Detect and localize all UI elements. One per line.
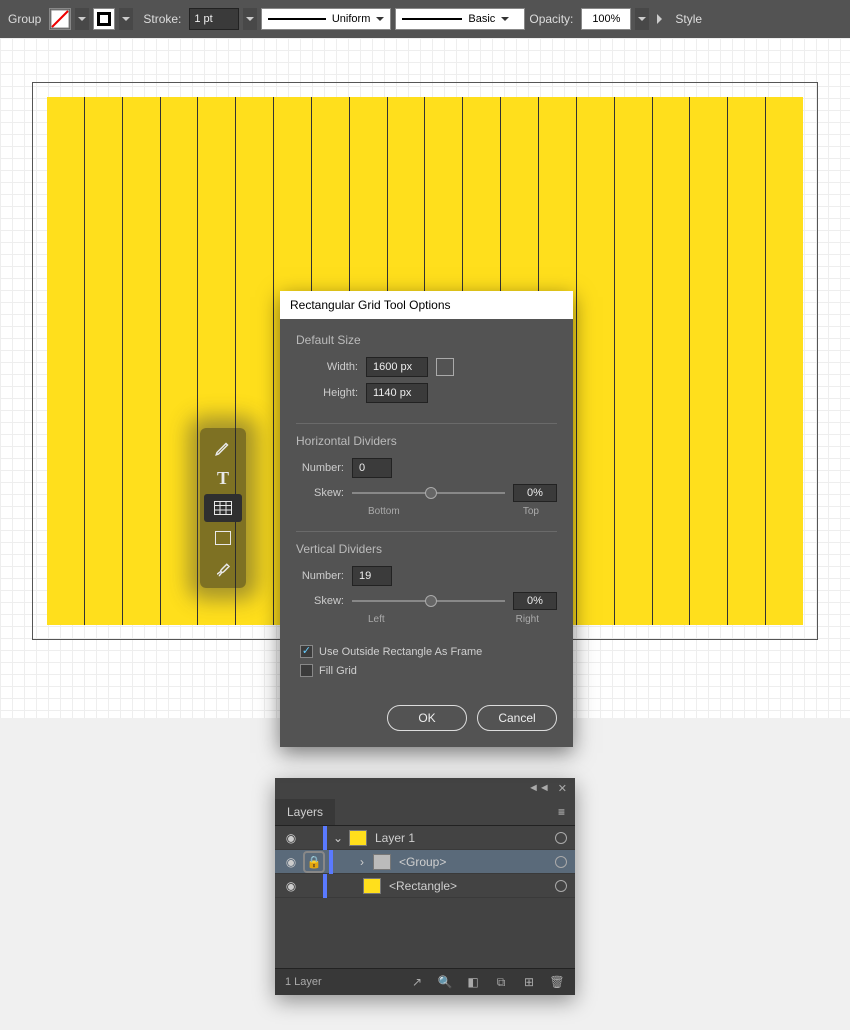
checkbox-checked-icon (300, 645, 313, 658)
width-input[interactable] (366, 357, 428, 377)
search-icon[interactable]: 🔍 (437, 975, 453, 989)
expand-icon[interactable]: ⌄ (331, 831, 345, 845)
locate-object-icon[interactable]: ↗ (409, 975, 425, 989)
fill-dropdown[interactable] (75, 8, 89, 30)
rectangle-tool-icon[interactable] (204, 524, 242, 552)
expand-icon[interactable]: › (355, 855, 369, 869)
layers-empty-area[interactable] (275, 898, 575, 968)
fill-swatch[interactable] (49, 8, 71, 30)
new-layer-icon[interactable]: ⊞ (521, 975, 537, 989)
layers-footer: 1 Layer ↗ 🔍 ◧ ⧉ ⊞ 🗑 (275, 968, 575, 995)
brush-definition[interactable]: Basic (395, 8, 525, 30)
constrain-icon[interactable] (436, 358, 454, 376)
opacity-input[interactable] (581, 8, 631, 30)
style-label: Style (675, 12, 702, 26)
tool-flyout: T (200, 428, 246, 588)
layer-color-bar (323, 826, 327, 850)
grid-options-dialog: Rectangular Grid Tool Options Default Si… (280, 291, 573, 747)
vdiv-skew-slider[interactable] (352, 600, 505, 602)
layer-row[interactable]: ◉ 🔒 › <Group> (275, 850, 575, 874)
hdiv-skew-value: 0% (513, 484, 557, 502)
lock-icon[interactable]: 🔒 (303, 851, 325, 873)
vertical-dividers-group: Vertical Dividers Number: Skew: 0% LeftR… (296, 531, 557, 639)
stroke-swatch[interactable] (93, 8, 115, 30)
visibility-icon[interactable]: ◉ (283, 879, 299, 893)
stroke-weight-dropdown[interactable] (243, 8, 257, 30)
delete-icon[interactable]: 🗑 (549, 975, 565, 989)
height-input[interactable] (366, 383, 428, 403)
visibility-icon[interactable]: ◉ (283, 855, 299, 869)
layer-thumb (349, 830, 367, 846)
vdiv-skew-value: 0% (513, 592, 557, 610)
vdiv-number-input[interactable] (352, 566, 392, 586)
rectangular-grid-tool-icon[interactable] (204, 494, 242, 522)
dialog-title: Rectangular Grid Tool Options (280, 291, 573, 319)
visibility-icon[interactable]: ◉ (283, 831, 299, 845)
target-icon[interactable] (555, 856, 567, 868)
horizontal-dividers-group: Horizontal Dividers Number: Skew: 0% Bot… (296, 423, 557, 531)
checkbox-unchecked-icon (300, 664, 313, 677)
target-icon[interactable] (555, 832, 567, 844)
layer-color-bar (323, 874, 327, 898)
new-sublayer-icon[interactable]: ⧉ (493, 975, 509, 989)
collapse-icon[interactable]: ◄◄ (528, 782, 550, 795)
selection-type: Group (8, 12, 41, 26)
stroke-dropdown[interactable] (119, 8, 133, 30)
variable-width-profile[interactable]: Uniform (261, 8, 391, 30)
hdiv-number-input[interactable] (352, 458, 392, 478)
type-tool-icon[interactable]: T (204, 464, 242, 492)
layer-thumb (363, 878, 381, 894)
default-size-group: Default Size Width: Height: (296, 333, 557, 423)
layer-name[interactable]: <Group> (399, 855, 446, 869)
layer-row[interactable]: ◉ ⌄ Layer 1 (275, 826, 575, 850)
layer-name[interactable]: Layer 1 (375, 831, 415, 845)
control-bar: Group Stroke: Uniform Basic Opacity: Sty… (0, 0, 850, 38)
panel-menu-icon[interactable]: ≡ (548, 799, 575, 825)
canvas[interactable]: T Rectangular Grid Tool Options Default … (0, 38, 850, 718)
opacity-label: Opacity: (529, 12, 573, 26)
stroke-weight-input[interactable] (189, 8, 239, 30)
pencil-tool-icon[interactable] (204, 434, 242, 462)
target-icon[interactable] (555, 880, 567, 892)
hdiv-skew-slider[interactable] (352, 492, 505, 494)
layer-thumb (373, 854, 391, 870)
next-page-arrow[interactable] (653, 8, 671, 30)
opacity-dropdown[interactable] (635, 8, 649, 30)
brush-tool-icon[interactable] (204, 554, 242, 582)
layer-count: 1 Layer (285, 976, 322, 988)
layers-panel: ◄◄ ✕ Layers ≡ ◉ ⌄ Layer 1 ◉ 🔒 › <Group> … (275, 778, 575, 995)
layers-tab[interactable]: Layers (275, 799, 335, 825)
cancel-button[interactable]: Cancel (477, 705, 557, 731)
layer-row[interactable]: ◉ <Rectangle> (275, 874, 575, 898)
stroke-label: Stroke: (143, 12, 181, 26)
close-icon[interactable]: ✕ (558, 782, 567, 795)
fill-grid-checkbox[interactable]: Fill Grid (300, 664, 557, 677)
use-outside-checkbox[interactable]: Use Outside Rectangle As Frame (300, 645, 557, 658)
layer-color-bar (329, 850, 333, 874)
layer-name[interactable]: <Rectangle> (389, 879, 457, 893)
clip-mask-icon[interactable]: ◧ (465, 975, 481, 989)
ok-button[interactable]: OK (387, 705, 467, 731)
